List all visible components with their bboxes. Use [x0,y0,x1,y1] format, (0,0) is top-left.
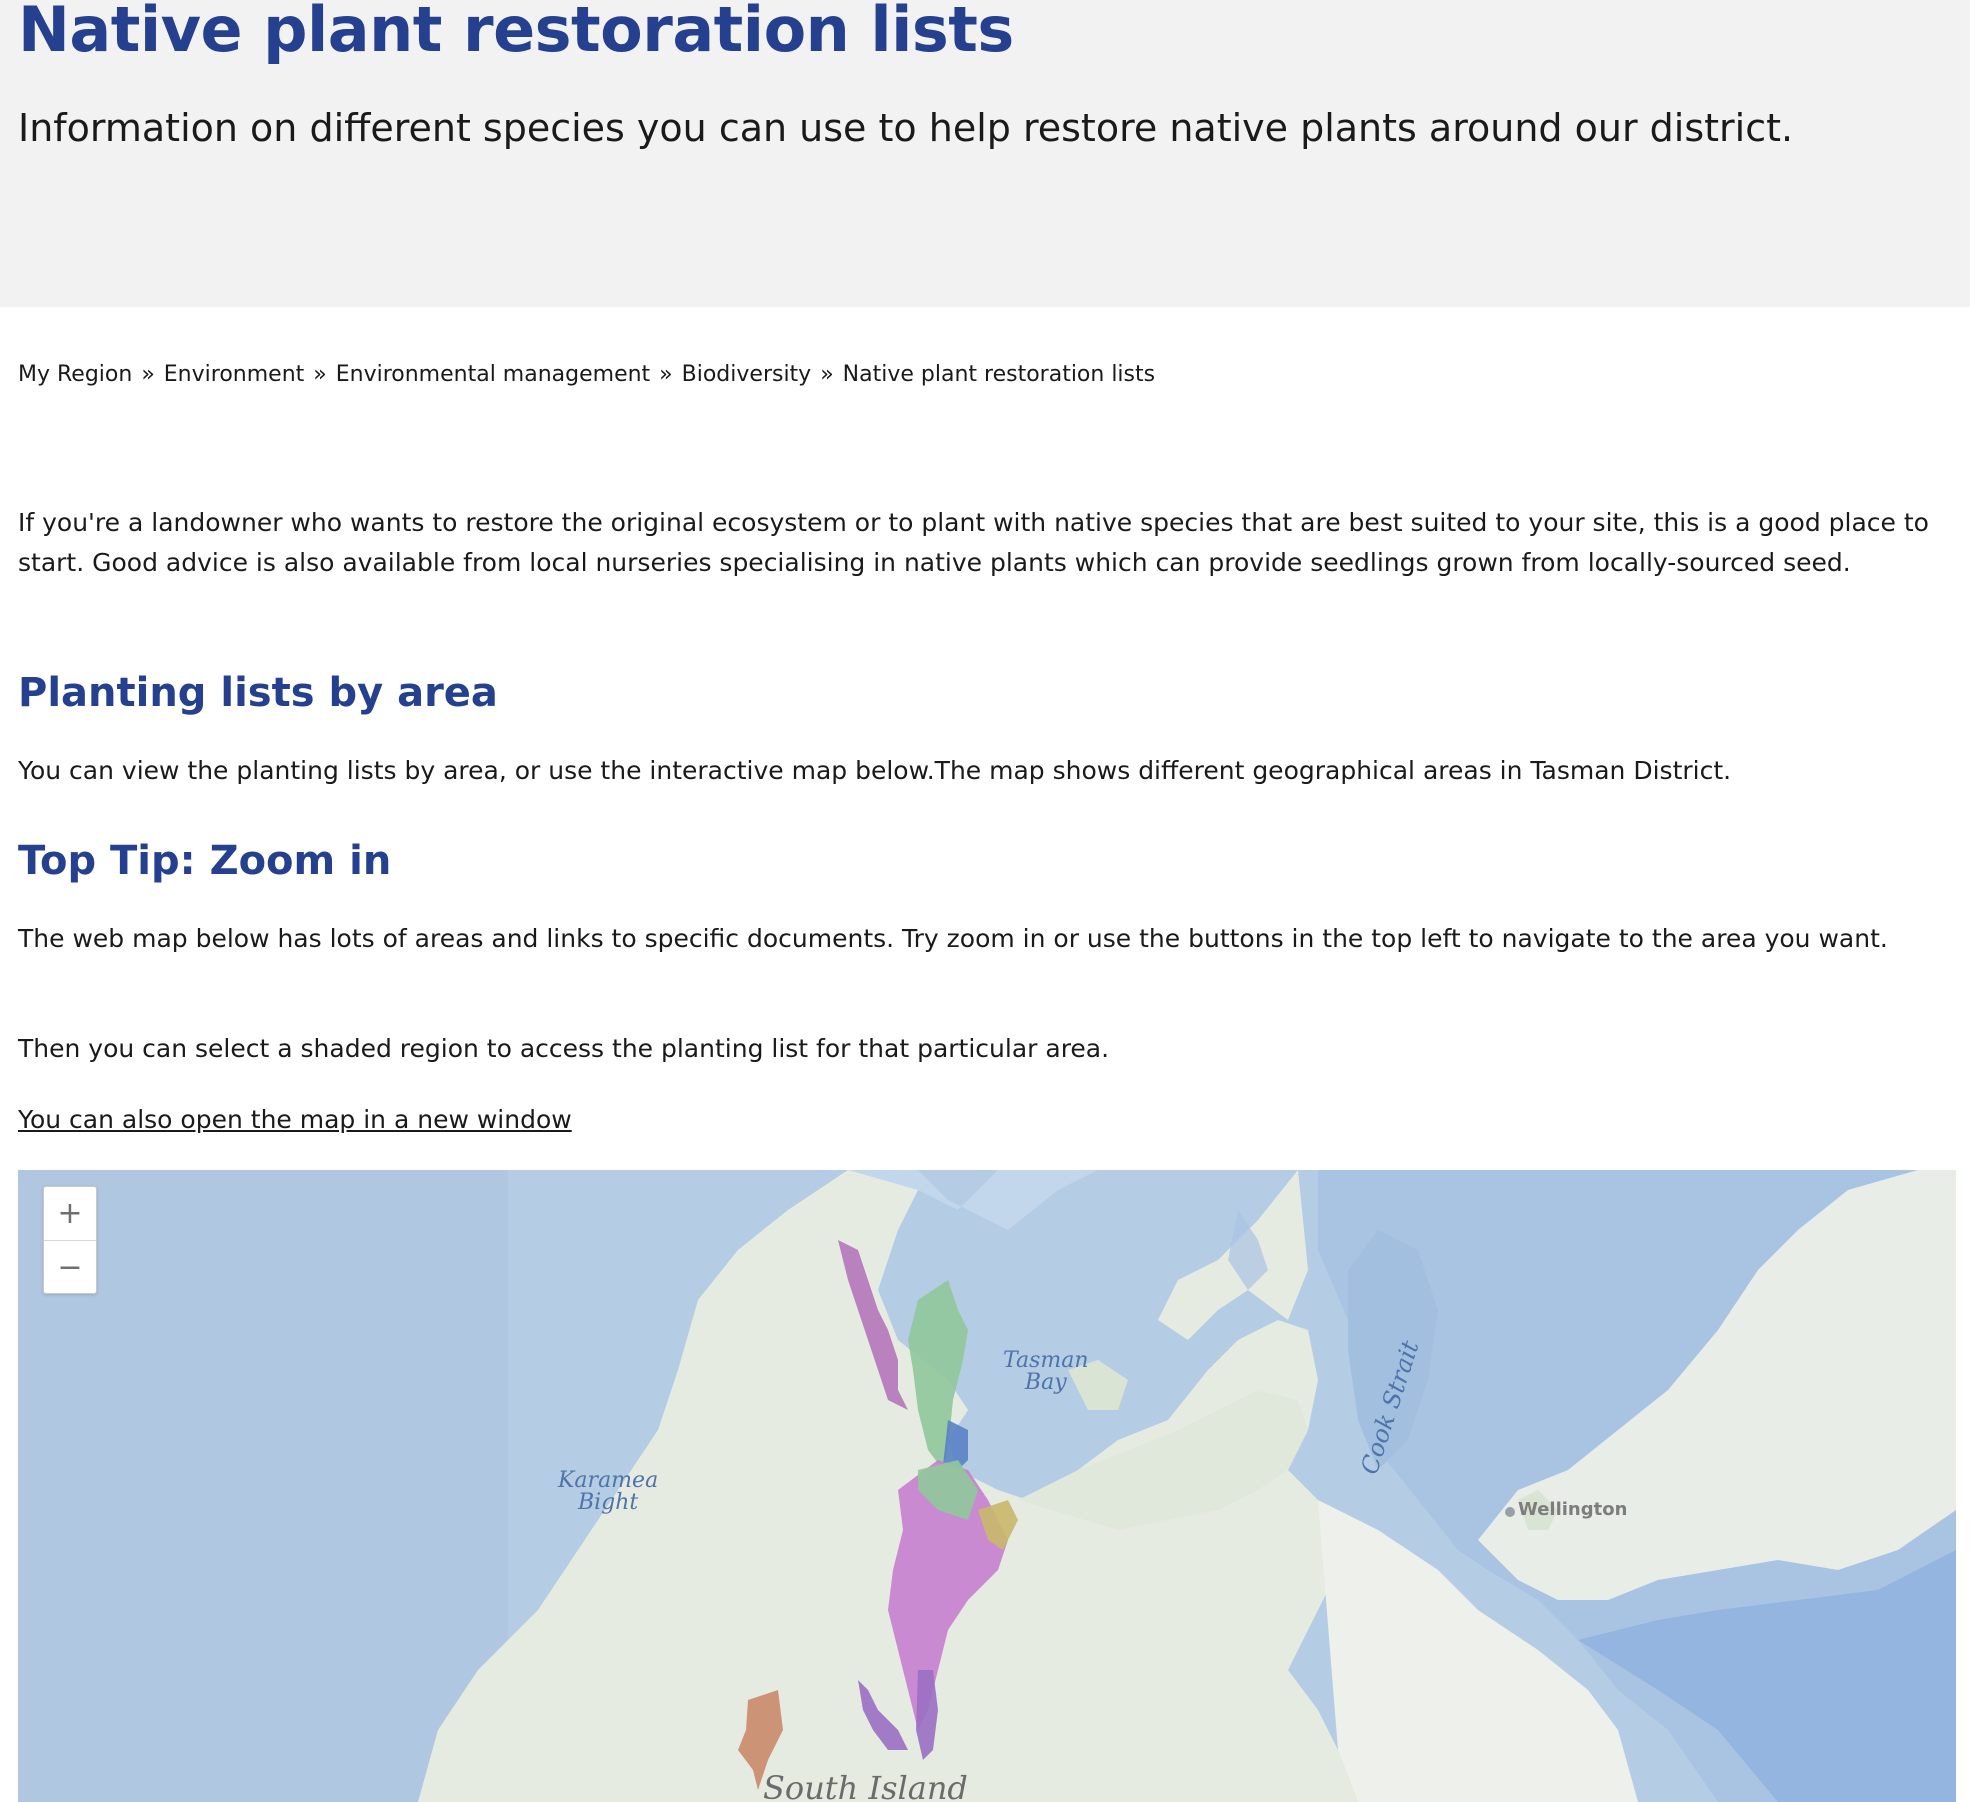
map-label-wellington: Wellington [1518,1499,1628,1520]
breadcrumb-separator: » [659,362,673,387]
zoom-controls: + − [43,1186,97,1294]
tip-paragraph: The web map below has lots of areas and … [18,924,1888,953]
intro-paragraph: If you're a landowner who wants to resto… [18,508,1929,577]
breadcrumb-environment[interactable]: Environment [164,362,304,387]
breadcrumb-current: Native plant restoration lists [842,362,1156,387]
breadcrumb-separator: » [820,362,834,387]
breadcrumb: My Region » Environment » Environmental mana… [18,358,1155,392]
breadcrumb-biodiversity[interactable]: Biodiversity [682,362,812,387]
breadcrumb-separator: » [313,362,327,387]
page-title: Native plant restoration lists [18,0,1014,66]
map-label-tasman-bay: Tasman Bay [1003,1348,1089,1395]
intro-section: If you're a landowner who wants to resto… [18,503,1958,583]
area-section: Planting lists by area [18,666,1958,720]
page-subtitle: Information on different species you can… [18,106,1794,150]
open-map-link[interactable]: You can also open the map in a new windo… [18,1105,572,1134]
breadcrumb-separator: » [141,362,155,387]
heading-planting-lists: Planting lists by area [18,670,498,716]
map-label-karamea-bight: Karamea Bight [558,1468,659,1515]
map-label-south-island: South Island [763,1769,968,1802]
page-header: Native plant restoration lists Informati… [0,0,1970,307]
breadcrumb-environmental-management[interactable]: Environmental management [336,362,650,387]
tip-paragraph-select: Then you can select a shaded region to a… [18,1034,1110,1063]
heading-top-tip: Top Tip: Zoom in [18,838,392,884]
zoom-in-button[interactable]: + [44,1187,96,1241]
zoom-out-button[interactable]: − [44,1241,96,1294]
breadcrumb-my-region[interactable]: My Region [18,362,132,387]
map-canvas[interactable] [18,1170,1956,1802]
tip-section: Top Tip: Zoom in [18,834,1958,888]
area-paragraph: You can view the planting lists by area,… [18,756,1732,785]
interactive-map[interactable]: + − Tasman Bay Karamea Bight Cook Strait… [18,1170,1956,1802]
